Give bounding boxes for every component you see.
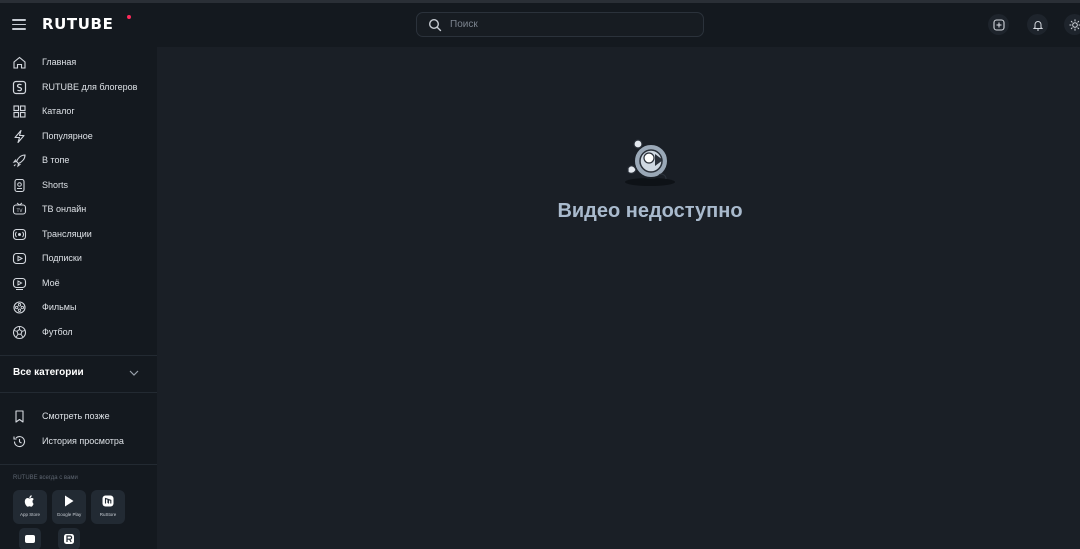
sidebar-item-0[interactable]: Главная (0, 52, 157, 74)
rustore-icon (102, 495, 114, 507)
sidebar-item-label: Shorts (42, 179, 69, 190)
main-content: Видео недоступно (157, 47, 1080, 549)
google-play-icon (65, 495, 74, 507)
all-categories-title[interactable]: Все категории (13, 367, 84, 378)
sidebar-item-7[interactable]: Трансляции (0, 224, 157, 246)
always-with-you-label: RUTUBE всегда с вами (13, 475, 78, 481)
bookmark-icon (15, 410, 24, 423)
shorts-icon (14, 178, 25, 192)
logo-dot (127, 15, 131, 19)
sidebar-item-5[interactable]: Shorts (0, 175, 157, 197)
video-unavailable-message: Видео недоступно (557, 200, 743, 222)
broadcast-icon (12, 228, 27, 240)
broken-camera-mascot-icon (625, 139, 675, 186)
rocket-icon (12, 154, 26, 168)
sidebar-item-1[interactable]: RUTUBE для блогеров (0, 77, 157, 99)
sidebar-item-label: Подписки (42, 253, 82, 263)
app-store-button[interactable]: App Store (13, 490, 47, 524)
football-icon (12, 325, 27, 339)
sidebar-item-label: Футбол (42, 326, 73, 337)
sidebar-item-8[interactable]: Подписки (0, 248, 157, 270)
app-button[interactable] (19, 528, 41, 549)
sidebar-item-4[interactable]: В топе (0, 150, 157, 172)
sidebar-item-6[interactable]: TV ТВ онлайн (0, 199, 157, 221)
bell-icon (1032, 20, 1043, 30)
history-icon (13, 435, 25, 447)
header: RUTUBE Поиск (0, 3, 1080, 47)
sidebar-item-11[interactable]: Футбол (0, 322, 157, 344)
sidebar-item-label: ТВ онлайн (42, 204, 87, 214)
menu-icon[interactable] (12, 17, 28, 31)
divider (0, 392, 157, 393)
sidebar-secondary-item-label: Смотреть позже (42, 411, 110, 421)
google-play-button[interactable]: Google Play (52, 490, 86, 524)
sidebar-secondary-item-label: История просмотра (42, 435, 124, 446)
sidebar-secondary-item-1[interactable]: История просмотра (0, 431, 157, 453)
sidebar-item-label: RUTUBE для блогеров (42, 81, 138, 92)
theme-toggle-button[interactable] (1064, 14, 1080, 35)
sidebar: Главная RUTUBE для блогеров Каталог Популяр… (0, 47, 157, 549)
app-icon (25, 535, 35, 543)
sidebar-item-9[interactable]: Моё (0, 273, 157, 295)
rutube-r-icon (64, 534, 74, 544)
rustore-button[interactable]: RuStore (91, 490, 125, 524)
logo[interactable]: RUTUBE (42, 15, 113, 33)
sidebar-item-10[interactable]: Фильмы (0, 297, 157, 319)
search-icon (428, 18, 442, 32)
my-icon (12, 277, 27, 290)
studio-icon (12, 80, 27, 94)
rutube-app-button[interactable] (58, 528, 80, 549)
sidebar-secondary-item-0[interactable]: Смотреть позже (0, 406, 157, 428)
tv-icon: TV (12, 202, 27, 215)
svg-text:TV: TV (16, 208, 24, 214)
rustore-label: RuStore (99, 512, 117, 517)
sidebar-item-label: Популярное (42, 130, 93, 141)
subscriptions-icon (12, 252, 27, 265)
home-icon (13, 56, 26, 69)
notifications-button[interactable] (1027, 14, 1048, 35)
upload-icon (992, 18, 1005, 31)
lightning-icon (14, 129, 25, 143)
catalog-icon (13, 105, 26, 118)
apple-icon (24, 495, 34, 507)
app-store-label: App Store (19, 512, 40, 517)
search-input[interactable]: Поиск (416, 12, 704, 37)
sidebar-item-label: Моё (42, 277, 60, 288)
sidebar-item-3[interactable]: Популярное (0, 126, 157, 148)
sidebar-item-label: Каталог (42, 106, 75, 116)
google-play-label: Google Play (56, 512, 82, 517)
upload-button[interactable] (988, 14, 1009, 35)
divider (0, 355, 157, 356)
sidebar-item-label: В топе (42, 155, 70, 165)
sidebar-item-label: Трансляции (42, 228, 92, 239)
sidebar-item-2[interactable]: Каталог (0, 101, 157, 123)
divider (0, 464, 157, 465)
sidebar-item-label: Главная (42, 57, 77, 67)
film-icon (13, 301, 26, 314)
search-placeholder: Поиск (450, 19, 478, 30)
sidebar-item-label: Фильмы (42, 302, 77, 312)
sun-icon (1068, 18, 1080, 31)
chevron-down-icon[interactable] (128, 367, 140, 379)
